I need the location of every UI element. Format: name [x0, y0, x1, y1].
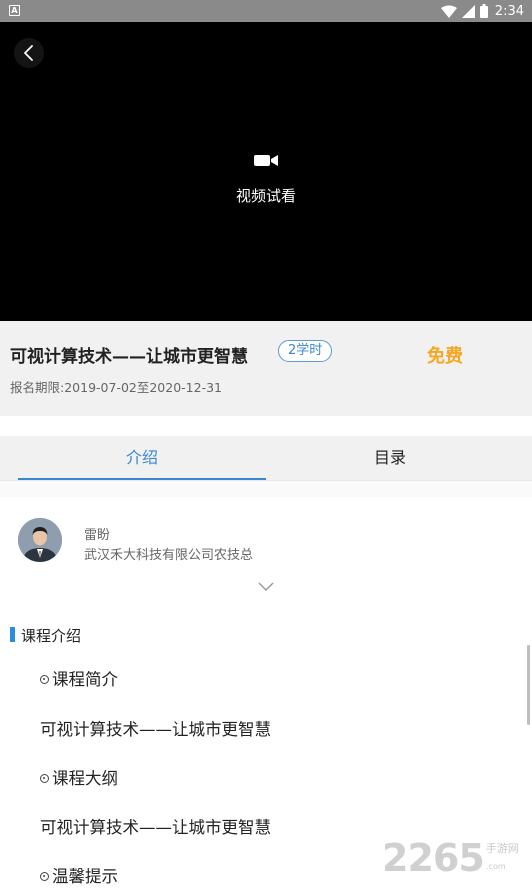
course-info: 可视计算技术——让城市更智慧 2学时 免费 报名期限:2019-07-02至20…	[0, 321, 532, 416]
video-player[interactable]: 视频试看	[0, 22, 532, 321]
signal-icon	[461, 4, 475, 18]
watermark-number: 2265	[382, 836, 485, 880]
notification-icon: A	[9, 5, 20, 16]
content-heading-tips: 温馨提示	[40, 863, 118, 887]
back-button[interactable]	[14, 38, 44, 68]
watermark-text: 手游网	[485, 842, 519, 855]
tab-catalog[interactable]: 目录	[266, 436, 514, 480]
tab-intro[interactable]: 介绍	[18, 436, 266, 480]
video-trial-button[interactable]: 视频试看	[0, 185, 532, 206]
section-marker	[10, 627, 15, 642]
teacher-photo	[18, 518, 62, 562]
content-paragraph: 可视计算技术——让城市更智慧	[40, 818, 271, 837]
chevron-left-icon	[24, 45, 33, 61]
content-heading-intro: 课程简介	[40, 666, 118, 690]
bullet-icon	[40, 675, 49, 684]
course-title: 可视计算技术——让城市更智慧	[10, 347, 248, 367]
status-icons: 2:34	[440, 3, 524, 19]
enroll-period: 报名期限:2019-07-02至2020-12-31	[10, 380, 222, 395]
tab-bar: 介绍 目录	[0, 436, 532, 481]
divider	[0, 481, 532, 497]
divider	[0, 416, 532, 436]
section-title: 课程介绍	[21, 627, 82, 645]
clock: 2:34	[494, 3, 524, 19]
status-bar: A 2:34	[0, 0, 532, 22]
bullet-icon	[40, 774, 49, 783]
hours-badge: 2学时	[278, 340, 333, 362]
video-camera-icon	[254, 155, 278, 166]
teacher-avatar	[18, 518, 62, 562]
teacher-name: 雷盼	[84, 528, 111, 543]
wifi-icon	[440, 5, 457, 18]
content-heading-outline: 课程大纲	[40, 765, 118, 789]
chevron-down-icon[interactable]	[257, 580, 275, 592]
price-label: 免费	[427, 346, 463, 367]
teacher-organization: 武汉禾大科技有限公司农技总	[84, 548, 254, 563]
watermark: 2265 手游网 .com	[382, 838, 519, 878]
watermark-domain: .com	[486, 862, 506, 871]
content-paragraph: 可视计算技术——让城市更智慧	[40, 720, 271, 739]
battery-icon	[479, 4, 488, 18]
scrollbar[interactable]	[527, 645, 530, 725]
bullet-icon	[40, 872, 49, 881]
